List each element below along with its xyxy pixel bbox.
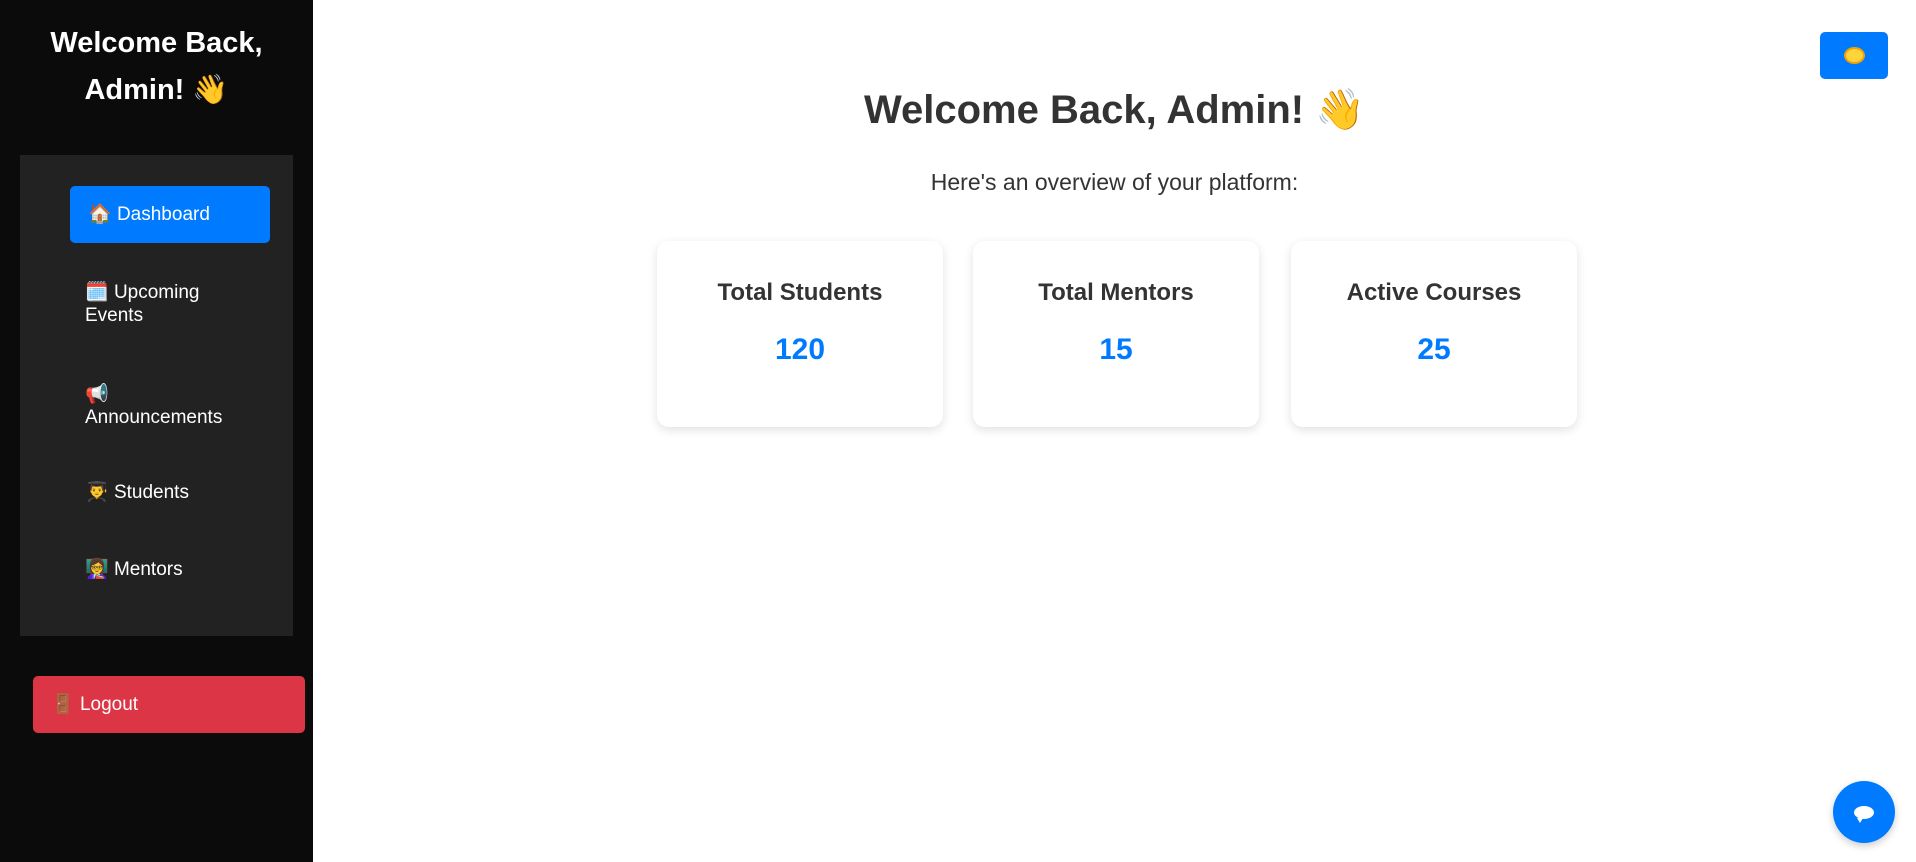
page-subtitle: Here's an overview of your platform: [930,169,1299,195]
sidebar-nav: 🏠 Dashboard 🗓️ Upcoming Events 📢 Announc… [20,155,293,636]
sidebar-title-line2: Admin! 👋 [84,74,229,106]
card-value: 25 [1417,333,1451,366]
sidebar-item-label: Dashboard [116,204,210,225]
chat-bubble-icon [1854,805,1874,823]
house-icon: 🏠 [88,204,112,225]
sidebar: Welcome Back, Admin! 👋 🏠 Dashboard 🗓️ Up… [0,0,313,862]
sidebar-item-announcements[interactable]: 📢 Announcements [70,383,223,429]
student-icon: 👨‍🎓 [85,482,109,503]
teacher-icon: 👩‍🏫 [85,559,109,580]
stat-card-students: Total Students 120 [657,241,943,427]
chat-button[interactable] [1833,781,1895,843]
card-value: 15 [1099,333,1133,366]
sidebar-item-label: Mentors [113,559,183,580]
sidebar-title: Welcome Back, Admin! 👋 [0,20,313,114]
stat-card-mentors: Total Mentors 15 [973,241,1259,427]
calendar-icon: 🗓️ [85,282,109,303]
stat-card-courses: Active Courses 25 [1291,241,1577,427]
card-value: 120 [774,333,826,366]
megaphone-icon: 📢 [85,384,109,405]
sidebar-item-label: Announcements [85,407,223,428]
card-title: Total Students [717,279,883,306]
card-title: Active Courses [1346,279,1522,306]
door-icon: 🚪 [51,694,75,715]
sidebar-item-mentors[interactable]: 👩‍🏫 Mentors [70,558,270,581]
theme-toggle-button[interactable] [1820,32,1888,79]
sidebar-item-dashboard[interactable]: 🏠 Dashboard [70,186,270,243]
logout-label: Logout [79,694,139,715]
sidebar-title-line1: Welcome Back, [50,27,263,59]
sidebar-item-students[interactable]: 👨‍🎓 Students [70,481,270,504]
sidebar-item-label: Students [113,482,189,503]
logout-button[interactable]: 🚪 Logout [33,676,305,733]
sidebar-item-upcoming-events[interactable]: 🗓️ Upcoming Events [70,281,240,327]
card-title: Total Mentors [1038,279,1194,306]
page-title: Welcome Back, Admin! 👋 [863,88,1366,132]
sun-icon [1845,49,1863,62]
